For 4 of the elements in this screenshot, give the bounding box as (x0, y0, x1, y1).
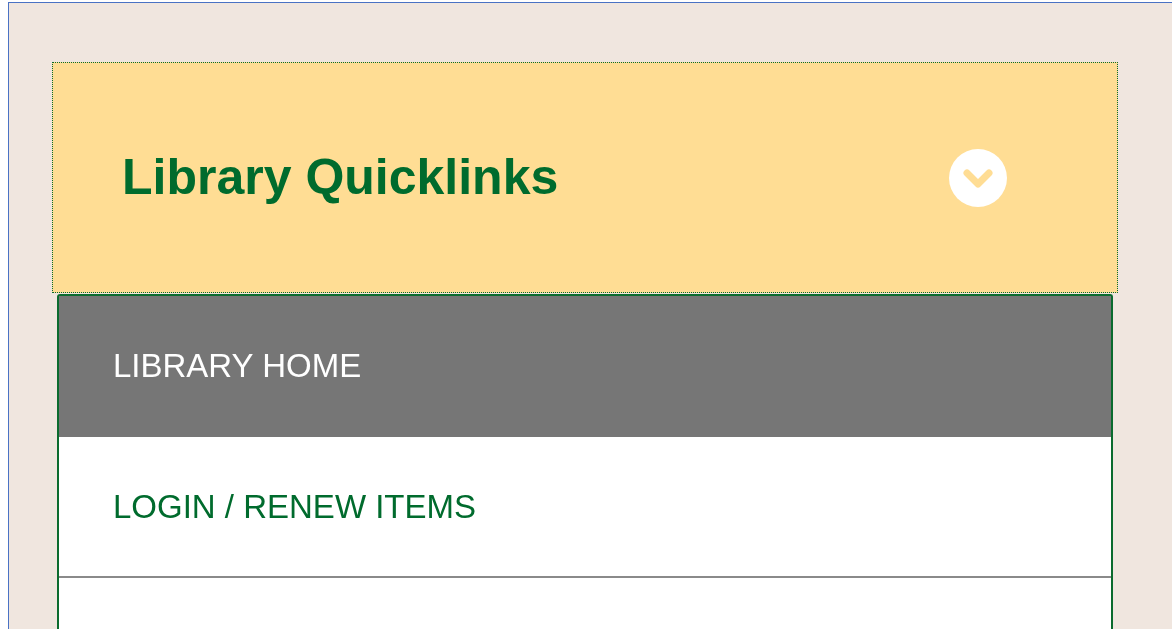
menu-link[interactable]: LIBRARY HOME (59, 296, 1111, 437)
panel-title: Library Quicklinks (122, 148, 559, 207)
chevron-down-icon (949, 148, 1007, 207)
accordion-header[interactable]: Library Quicklinks (52, 62, 1118, 293)
